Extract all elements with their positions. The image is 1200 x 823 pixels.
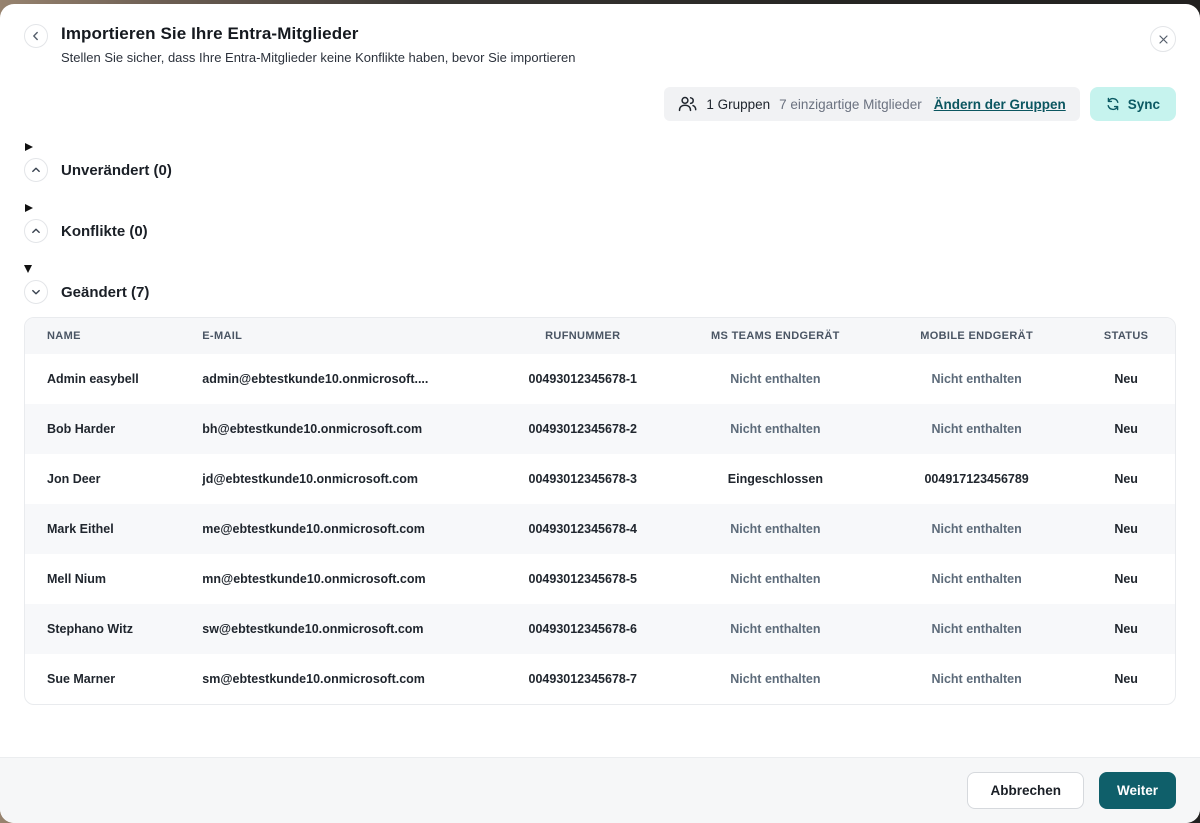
mobile-device-cell: Nicht enthalten bbox=[876, 604, 1077, 654]
section-unchanged-label: Unverändert (0) bbox=[61, 162, 172, 179]
name-cell: Mark Eithel bbox=[25, 504, 180, 554]
status-cell: Neu bbox=[1077, 604, 1175, 654]
section-expanded-marker-icon bbox=[24, 265, 32, 273]
email-cell: jd@ebtestkunde10.onmicrosoft.com bbox=[180, 454, 491, 504]
mobile-device-cell: Nicht enthalten bbox=[876, 404, 1077, 454]
status-cell: Neu bbox=[1077, 554, 1175, 604]
mobile-device-cell: Nicht enthalten bbox=[876, 654, 1077, 704]
close-button[interactable] bbox=[1150, 26, 1176, 52]
name-cell: Jon Deer bbox=[25, 454, 180, 504]
table-row: Stephano Witz sw@ebtestkunde10.onmicroso… bbox=[25, 604, 1175, 654]
cancel-button[interactable]: Abbrechen bbox=[967, 772, 1084, 809]
teams-device-cell: Nicht enthalten bbox=[675, 654, 876, 704]
page-subtitle: Stellen Sie sicher, dass Ihre Entra-Mitg… bbox=[61, 50, 1150, 65]
table-row: Mell Nium mn@ebtestkunde10.onmicrosoft.c… bbox=[25, 554, 1175, 604]
email-cell: mn@ebtestkunde10.onmicrosoft.com bbox=[180, 554, 491, 604]
status-cell: Neu bbox=[1077, 404, 1175, 454]
table-row: Sue Marner sm@ebtestkunde10.onmicrosoft.… bbox=[25, 654, 1175, 704]
unique-members-count: 7 einzigartige Mitglieder bbox=[779, 97, 922, 112]
section-collapsed-marker-icon bbox=[25, 143, 33, 151]
col-header-status: Status bbox=[1077, 318, 1175, 354]
col-header-teams-device: MS Teams Endgerät bbox=[675, 318, 876, 354]
import-entra-members-dialog: Importieren Sie Ihre Entra-Mitglieder St… bbox=[0, 4, 1200, 823]
status-cell: Neu bbox=[1077, 504, 1175, 554]
close-icon bbox=[1158, 34, 1169, 45]
groups-sync-row: 1 Gruppen 7 einzigartige Mitglieder Ände… bbox=[0, 65, 1200, 121]
members-table: Name E-Mail Rufnummer MS Teams Endgerät … bbox=[24, 317, 1176, 705]
col-header-email: E-Mail bbox=[180, 318, 491, 354]
groups-summary-bar: 1 Gruppen 7 einzigartige Mitglieder Ände… bbox=[664, 87, 1079, 121]
dialog-footer: Abbrechen Weiter bbox=[0, 757, 1200, 823]
phone-cell: 00493012345678-6 bbox=[491, 604, 675, 654]
sync-button[interactable]: Sync bbox=[1090, 87, 1176, 121]
phone-cell: 00493012345678-3 bbox=[491, 454, 675, 504]
teams-device-cell: Nicht enthalten bbox=[675, 504, 876, 554]
email-cell: me@ebtestkunde10.onmicrosoft.com bbox=[180, 504, 491, 554]
next-button[interactable]: Weiter bbox=[1099, 772, 1176, 809]
status-cell: Neu bbox=[1077, 354, 1175, 404]
group-people-icon bbox=[678, 96, 697, 112]
back-button[interactable] bbox=[24, 24, 48, 48]
sync-button-label: Sync bbox=[1128, 97, 1160, 112]
email-cell: admin@ebtestkunde10.onmicrosoft.... bbox=[180, 354, 491, 404]
chevron-down-icon[interactable] bbox=[24, 280, 48, 304]
teams-device-cell: Eingeschlossen bbox=[675, 454, 876, 504]
mobile-device-cell: Nicht enthalten bbox=[876, 554, 1077, 604]
teams-device-cell: Nicht enthalten bbox=[675, 354, 876, 404]
chevron-left-icon bbox=[31, 31, 41, 41]
name-cell: Stephano Witz bbox=[25, 604, 180, 654]
phone-cell: 00493012345678-7 bbox=[491, 654, 675, 704]
change-groups-link[interactable]: Ändern der Gruppen bbox=[934, 97, 1066, 112]
section-conflicts-label: Konflikte (0) bbox=[61, 223, 148, 240]
mobile-device-cell: 004917123456789 bbox=[876, 454, 1077, 504]
phone-cell: 00493012345678-5 bbox=[491, 554, 675, 604]
section-changed-label: Geändert (7) bbox=[61, 284, 149, 301]
name-cell: Bob Harder bbox=[25, 404, 180, 454]
col-header-mobile-device: Mobile Endgerät bbox=[876, 318, 1077, 354]
phone-cell: 00493012345678-2 bbox=[491, 404, 675, 454]
table-row: Mark Eithel me@ebtestkunde10.onmicrosoft… bbox=[25, 504, 1175, 554]
status-cell: Neu bbox=[1077, 454, 1175, 504]
phone-cell: 00493012345678-1 bbox=[491, 354, 675, 404]
mobile-device-cell: Nicht enthalten bbox=[876, 504, 1077, 554]
teams-device-cell: Nicht enthalten bbox=[675, 604, 876, 654]
sync-refresh-icon bbox=[1106, 97, 1120, 111]
table-header-row: Name E-Mail Rufnummer MS Teams Endgerät … bbox=[25, 318, 1175, 354]
section-collapsed-marker-icon bbox=[25, 204, 33, 212]
phone-cell: 00493012345678-4 bbox=[491, 504, 675, 554]
teams-device-cell: Nicht enthalten bbox=[675, 404, 876, 454]
groups-count: 1 Gruppen bbox=[706, 97, 770, 112]
col-header-name: Name bbox=[25, 318, 180, 354]
section-conflicts-toggle[interactable]: Konflikte (0) bbox=[24, 219, 1176, 243]
table-row: Jon Deer jd@ebtestkunde10.onmicrosoft.co… bbox=[25, 454, 1175, 504]
section-changed-toggle[interactable]: Geändert (7) bbox=[24, 280, 1176, 304]
name-cell: Sue Marner bbox=[25, 654, 180, 704]
section-unchanged-toggle[interactable]: Unverändert (0) bbox=[24, 158, 1176, 182]
status-cell: Neu bbox=[1077, 654, 1175, 704]
sections: Unverändert (0) Konflikte (0) Geändert (… bbox=[0, 143, 1200, 304]
chevron-up-icon[interactable] bbox=[24, 158, 48, 182]
email-cell: bh@ebtestkunde10.onmicrosoft.com bbox=[180, 404, 491, 454]
name-cell: Mell Nium bbox=[25, 554, 180, 604]
table-row: Admin easybell admin@ebtestkunde10.onmic… bbox=[25, 354, 1175, 404]
mobile-device-cell: Nicht enthalten bbox=[876, 354, 1077, 404]
name-cell: Admin easybell bbox=[25, 354, 180, 404]
dialog-header: Importieren Sie Ihre Entra-Mitglieder St… bbox=[0, 4, 1200, 65]
email-cell: sm@ebtestkunde10.onmicrosoft.com bbox=[180, 654, 491, 704]
chevron-up-icon[interactable] bbox=[24, 219, 48, 243]
teams-device-cell: Nicht enthalten bbox=[675, 554, 876, 604]
table-row: Bob Harder bh@ebtestkunde10.onmicrosoft.… bbox=[25, 404, 1175, 454]
col-header-phone: Rufnummer bbox=[491, 318, 675, 354]
email-cell: sw@ebtestkunde10.onmicrosoft.com bbox=[180, 604, 491, 654]
page-title: Importieren Sie Ihre Entra-Mitglieder bbox=[61, 24, 1150, 44]
